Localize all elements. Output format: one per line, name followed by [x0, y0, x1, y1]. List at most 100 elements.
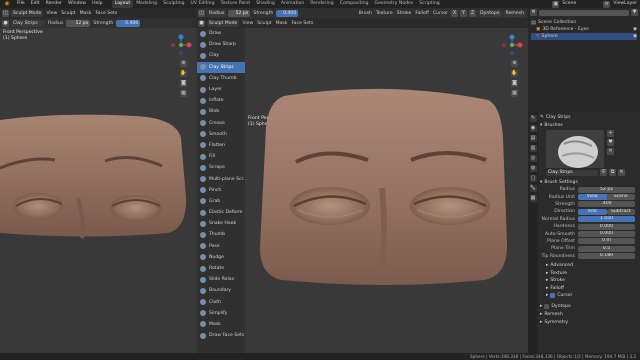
brush-shield-icon[interactable]: ⛨ [600, 169, 607, 176]
tool-item[interactable]: Fill [197, 151, 245, 162]
texture-tab-icon[interactable]: ▦ [529, 195, 537, 202]
outliner-scene-collection[interactable]: ▭ Scene Collection [531, 19, 637, 26]
tool-item[interactable]: Draw Sharp [197, 39, 245, 50]
tab-animation[interactable]: Animation [278, 0, 307, 8]
subpanel-stroke[interactable]: ▸ Stroke [546, 277, 639, 285]
section-remesh[interactable]: ▸ Remesh [540, 310, 639, 318]
prop-plane-trim-field[interactable]: 0.5 [578, 245, 635, 252]
tool-item[interactable]: Clay Thumb [197, 73, 245, 84]
tool-item[interactable]: Snake Hook [197, 218, 245, 229]
tool-item[interactable]: Draw [197, 28, 245, 39]
tool-item[interactable]: Grab [197, 196, 245, 207]
tab-sculpting[interactable]: Sculpting [160, 0, 187, 8]
menu-stroke[interactable]: Stroke [396, 11, 413, 16]
symmetry-z-icon[interactable]: Z [469, 9, 477, 17]
render-tab-icon[interactable]: ◉ [529, 125, 537, 132]
tool-item[interactable]: Blob [197, 106, 245, 117]
direction-add-button[interactable]: Add [578, 208, 607, 215]
tab-layout[interactable]: Layout [111, 0, 134, 8]
grid-icon[interactable]: ▦ [180, 90, 187, 97]
tool-item[interactable]: Multi-plane Scr... [197, 173, 247, 184]
mid-editor-type-icon[interactable]: ◫ [198, 9, 205, 17]
tool-item[interactable]: Thumb [197, 229, 245, 240]
section-dyntopo[interactable]: ▸ Dyntopo [540, 302, 639, 310]
dyntopo-checkbox-icon[interactable] [544, 303, 550, 309]
subpanel-cursor[interactable]: ▸ Cursor [546, 292, 639, 300]
unlink-icon[interactable]: ✕ [607, 148, 614, 155]
prop-hardness-field[interactable]: 0.000 [578, 223, 635, 230]
menu-view[interactable]: View [45, 11, 58, 16]
brush-delete-icon[interactable]: ✕ [618, 169, 625, 176]
cursor-checkbox-icon[interactable] [550, 293, 556, 299]
menu-face-sets[interactable]: Face Sets [94, 11, 118, 16]
subpanel-advanced[interactable]: ▸ Advanced [546, 262, 639, 270]
tool-item[interactable]: Clay Strips [197, 61, 245, 73]
tab-compositing[interactable]: Compositing [337, 0, 372, 8]
tool-item[interactable]: Layer [197, 84, 245, 95]
tool-item[interactable]: Crease [197, 118, 245, 129]
tool-item[interactable]: Flatten [197, 140, 245, 151]
tool-item[interactable]: Slide Relax [197, 274, 245, 285]
tab-texture-paint[interactable]: Texture Paint [218, 0, 254, 8]
editor-type-icon[interactable]: ◫ [2, 9, 9, 17]
tool-item[interactable]: Boundary [197, 285, 245, 296]
menu-cursor[interactable]: Cursor [432, 11, 449, 16]
left-3d-viewport[interactable]: ◫ Sculpt Mode View Sculpt Mask Face Sets… [0, 8, 196, 353]
tool-item[interactable]: Draw Face Sets [197, 330, 245, 341]
pan-hand-icon[interactable]: ✋ [180, 70, 187, 77]
tab-rendering[interactable]: Rendering [307, 0, 336, 8]
symmetry-y-icon[interactable]: Y [460, 9, 468, 17]
tool-item[interactable]: Pose [197, 241, 245, 252]
outliner-item-sphere[interactable]: ▽ Sphere ◉ [531, 33, 637, 40]
tool-item[interactable]: Elastic Deform [197, 207, 245, 218]
modifier-tab-icon[interactable]: 🔧 [529, 185, 537, 192]
remesh-dropdown[interactable]: Remesh [503, 9, 526, 17]
tool-item[interactable]: Scrape [197, 162, 245, 173]
world-tab-icon[interactable]: ◍ [529, 165, 537, 172]
tab-scripting[interactable]: Scripting [416, 0, 442, 8]
tool-item[interactable]: Cloth [197, 297, 245, 308]
radius-unit-scene-button[interactable]: Scene [606, 194, 635, 201]
menu-window[interactable]: Window [65, 0, 89, 8]
mid-menu-sculpt[interactable]: Sculpt [256, 21, 272, 26]
tool-item[interactable]: Rotate [197, 263, 245, 274]
menu-falloff[interactable]: Falloff [414, 11, 430, 16]
add-brush-icon[interactable]: + [607, 130, 614, 137]
right-pan-hand-icon[interactable]: ✋ [511, 70, 518, 77]
scene-tab-icon[interactable]: ◎ [529, 155, 537, 162]
symmetry-x-icon[interactable]: X [451, 9, 459, 17]
right-navigation-gizmo-icon[interactable] [501, 34, 523, 56]
menu-sculpt[interactable]: Sculpt [60, 11, 76, 16]
mid-menu-mask[interactable]: Mask [275, 21, 289, 26]
navigation-gizmo-icon[interactable] [170, 34, 192, 56]
right-viewport-canvas[interactable]: Front Perspective (1) Sphere [196, 28, 528, 353]
tool-item[interactable]: Inflate [197, 95, 245, 106]
output-tab-icon[interactable]: ▤ [529, 135, 537, 142]
fake-user-icon[interactable]: ♥ [607, 139, 614, 146]
mid-mode-dropdown[interactable]: Sculpt Mode [207, 19, 240, 27]
prop-strength-field[interactable]: .400 [578, 201, 635, 208]
radius-unit-view-button[interactable]: View [578, 194, 607, 201]
tab-uv-editing[interactable]: UV Editing [188, 0, 218, 8]
mid-menu-view[interactable]: View [241, 21, 254, 26]
tool-item[interactable]: Clay [197, 50, 245, 61]
right-zoom-icon[interactable]: ⊕ [511, 60, 518, 67]
tab-modeling[interactable]: Modeling [133, 0, 160, 8]
blender-logo-icon[interactable]: ◉ [3, 0, 11, 8]
tool-item[interactable]: Smooth [197, 129, 245, 140]
tool-item[interactable]: Pinch [197, 185, 245, 196]
prop-plane-offset-field[interactable]: 0 m [578, 238, 635, 245]
menu-render[interactable]: Render [43, 0, 65, 8]
direction-subtract-button[interactable]: Subtract [606, 208, 635, 215]
filter-icon[interactable]: ▼ [631, 9, 638, 16]
menu-help[interactable]: Help [89, 0, 105, 8]
menu-brush[interactable]: Brush [358, 11, 373, 16]
outliner-type-icon[interactable]: ≣ [530, 9, 537, 16]
tab-shading[interactable]: Shading [253, 0, 278, 8]
mid-strength-field[interactable]: 0.400 [276, 9, 299, 17]
mode-dropdown[interactable]: Sculpt Mode [11, 9, 44, 17]
menu-edit[interactable]: Edit [28, 0, 43, 8]
subpanel-texture[interactable]: ▸ Texture [546, 269, 639, 277]
strength-field[interactable]: 0.400 [116, 19, 141, 27]
brush-name-field[interactable]: Clay Strips [546, 169, 598, 176]
